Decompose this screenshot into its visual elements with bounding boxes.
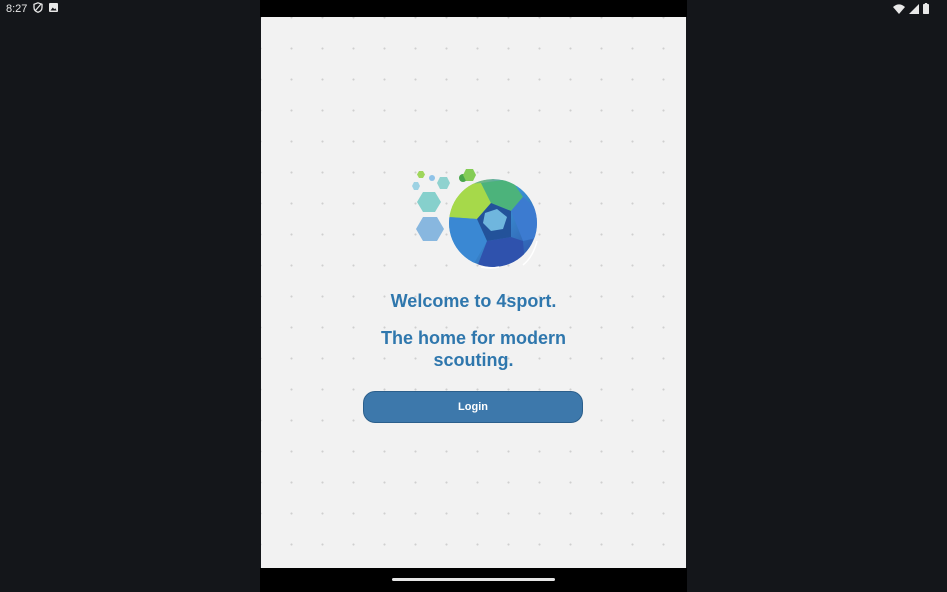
status-right <box>893 3 929 17</box>
welcome-heading: Welcome to 4sport. <box>390 291 557 311</box>
tagline-text: The home for modern scouting. <box>380 328 566 370</box>
4sport-ball-logo-icon <box>411 167 539 273</box>
navigation-gesture-handle[interactable] <box>392 578 555 581</box>
app-top-bar <box>260 0 687 17</box>
welcome-screen: Welcome to 4sport. The home for modern s… <box>261 17 686 568</box>
image-notification-icon <box>49 3 59 15</box>
cell-signal-icon <box>909 3 919 17</box>
status-time: 8:27 <box>6 3 28 15</box>
login-button[interactable]: Login <box>363 391 583 423</box>
status-left: 8:27 <box>6 2 59 16</box>
wifi-icon <box>893 3 905 17</box>
device-screen: 8:27 Welcome to 4sport. The home for mod… <box>0 0 947 592</box>
battery-icon <box>923 3 929 17</box>
shield-icon <box>33 2 44 16</box>
